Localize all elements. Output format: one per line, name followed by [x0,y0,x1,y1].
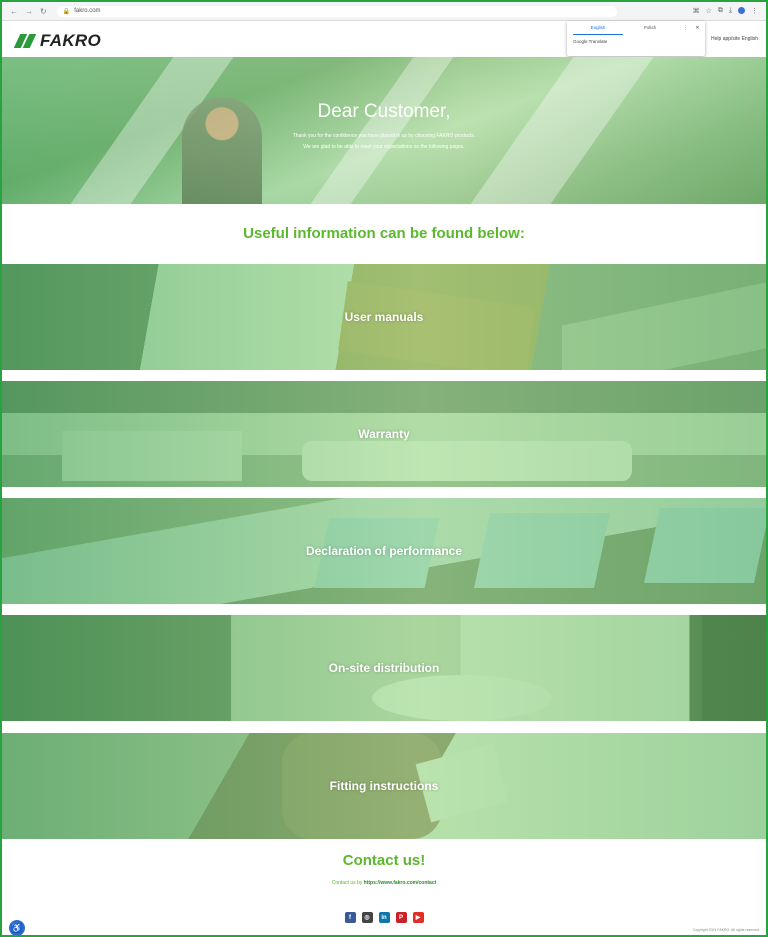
translate-option[interactable]: Google Translate [567,35,705,48]
browser-nav: ← → ↻ [2,7,47,16]
logo-mark-icon [13,34,37,48]
contact-section: Contact us! Contact us by https://www.fa… [2,840,766,935]
useful-heading: Useful information can be found below: [243,225,525,242]
fakro-logo[interactable]: FAKRO [13,31,101,51]
hero-line-1: Thank you for the confidence you have pl… [292,133,476,139]
banner-label-warranty: Warranty [358,427,410,441]
hero-banner: Dear Customer, Thank you for the confide… [2,57,766,204]
tab-target-language[interactable]: Polish [625,22,675,34]
address-text: fakro.com [74,8,101,14]
social-links: f ◎ in P ▶ [2,912,766,923]
star-icon[interactable]: ☆ [706,7,712,15]
banner-fitting-instructions[interactable]: Fitting instructions [2,733,766,839]
pinterest-icon[interactable]: P [395,912,407,923]
hero-title: Dear Customer, [317,101,451,122]
banner-user-manuals[interactable]: User manuals [2,264,766,370]
linkedin-icon[interactable]: in [378,912,390,923]
translate-controls[interactable]: ⋮ ✕ [683,25,703,31]
banner-declaration-of-performance[interactable]: Declaration of performance [2,498,766,604]
lock-icon: 🔒 [62,8,71,15]
banner-on-site-distribution[interactable]: On-site distribution [2,615,766,721]
header-links[interactable]: Help app/site English [711,36,758,42]
extensions-icon[interactable]: ⧉ [718,7,723,15]
banner-warranty[interactable]: Warranty [2,381,766,487]
download-icon[interactable]: ⤓ [729,7,732,15]
page-frame: ← → ↻ 🔒 fakro.com ⌘ ☆ ⧉ ⤓ ⋮ FAKRO Help a… [0,0,768,937]
contact-heading: Contact us! [342,852,426,869]
reload-icon[interactable]: ↻ [40,7,47,16]
banner-label-fitting-instructions: Fitting instructions [329,779,439,793]
translate-tabs: English Polish ⋮ ✕ [567,21,705,35]
address-bar[interactable]: 🔒 fakro.com [56,5,617,17]
contact-prefix: Contact us by [331,880,363,886]
menu-icon[interactable]: ⋮ [751,7,758,15]
copyright-text: Copyright 2024 FAKRO. All rights reserve… [692,928,760,932]
back-icon[interactable]: ← [10,7,18,16]
youtube-icon[interactable]: ▶ [412,912,424,923]
contact-line: Contact us by https://www.fakro.com/cont… [2,880,766,886]
hero-line-2: We are glad to be able to meet your expe… [303,144,465,150]
facebook-icon[interactable]: f [344,912,356,923]
contact-link[interactable]: https://www.fakro.com/contact [364,880,437,886]
banner-label-user-manuals: User manuals [344,310,424,324]
forward-icon[interactable]: → [25,7,33,16]
browser-toolbar: ← → ↻ 🔒 fakro.com ⌘ ☆ ⧉ ⤓ ⋮ [2,2,766,21]
instagram-icon[interactable]: ◎ [361,912,373,923]
tab-source-language[interactable]: English [573,22,623,35]
logo-text: FAKRO [40,31,101,50]
banner-label-declaration: Declaration of performance [305,544,463,558]
translate-icon[interactable]: ⌘ [693,7,700,15]
useful-section: Useful information can be found below: [2,204,766,262]
translate-popup: English Polish ⋮ ✕ Google Translate [567,21,705,56]
profile-icon[interactable] [738,7,745,14]
banner-label-on-site-distribution: On-site distribution [328,661,440,675]
accessibility-icon[interactable]: ♿ [8,919,26,935]
browser-tools: ⌘ ☆ ⧉ ⤓ ⋮ [693,7,766,15]
